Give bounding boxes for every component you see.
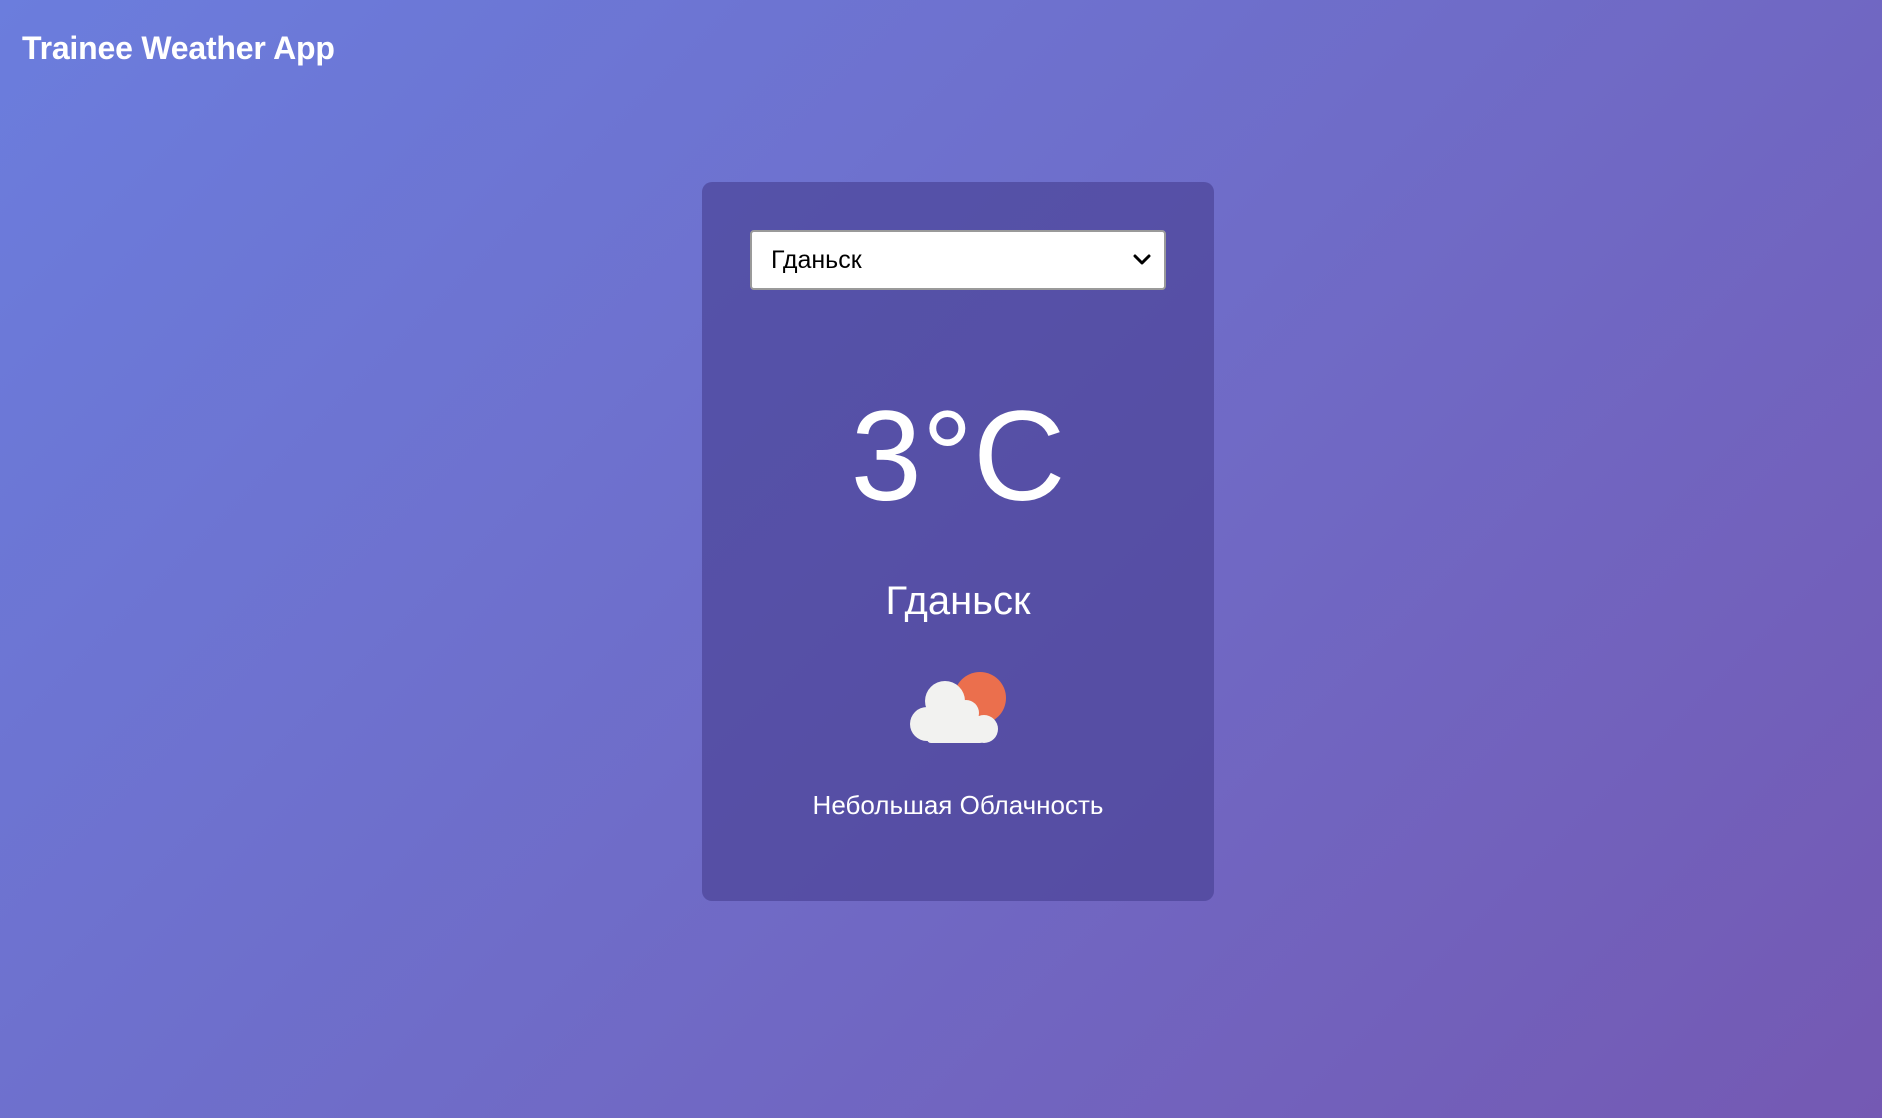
- app-title: Trainee Weather App: [22, 30, 335, 66]
- city-select-value: Гданьск: [771, 246, 862, 274]
- weather-card: Гданьск 3°C Гданьск Небольшая Облачность: [702, 182, 1214, 901]
- partly-cloudy-icon: [910, 672, 1006, 743]
- weather-description: Небольшая Облачность: [812, 790, 1104, 820]
- city-select[interactable]: Гданьск: [750, 230, 1166, 290]
- temperature: 3°C: [850, 385, 1066, 528]
- chevron-down-icon: [1133, 254, 1151, 265]
- city-name: Гданьск: [885, 579, 1031, 623]
